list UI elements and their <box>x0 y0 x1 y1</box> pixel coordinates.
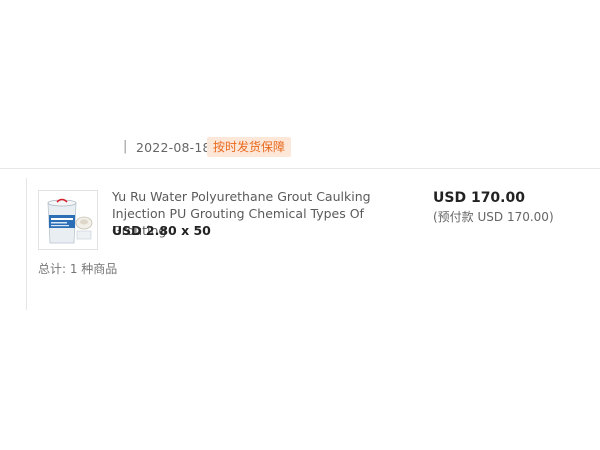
unit-price: USD 2.80 x 50 <box>112 223 211 238</box>
product-image <box>39 191 97 249</box>
product-thumbnail[interactable] <box>38 190 98 250</box>
order-total: USD 170.00 <box>433 190 525 206</box>
order-header: | 2022-08-18 按时发货保障 <box>0 134 600 169</box>
order-page: | 2022-08-18 按时发货保障 Yu Ru Water Polyuret… <box>0 0 600 450</box>
header-separator: | <box>123 139 128 154</box>
on-time-delivery-badge[interactable]: 按时发货保障 <box>207 137 292 157</box>
prepayment-amount: (预付款 USD 170.00) <box>433 210 554 224</box>
item-count-summary: 总计: 1 种商品 <box>38 262 118 276</box>
order-date: 2022-08-18 <box>136 140 211 155</box>
order-item: Yu Ru Water Polyurethane Grout Caulking … <box>26 178 600 310</box>
